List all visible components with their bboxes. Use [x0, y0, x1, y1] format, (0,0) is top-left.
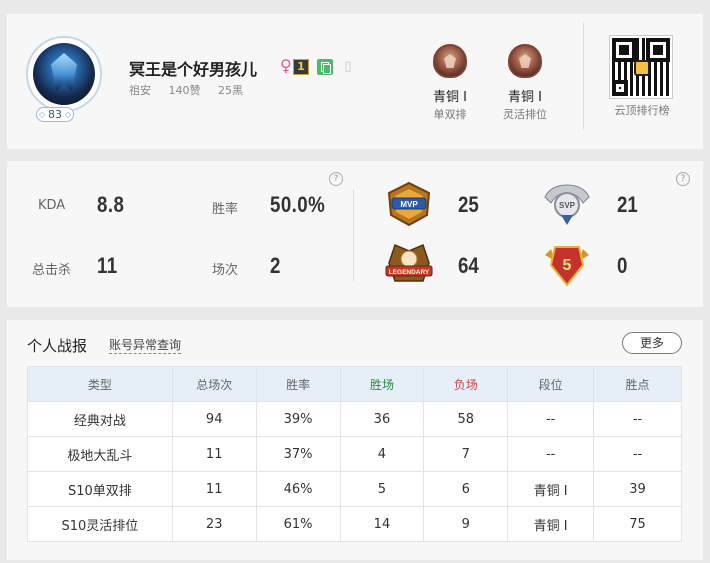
table-cell: 11 [171, 471, 257, 507]
region-label: 祖安 [129, 84, 151, 97]
svp-count: 21 [617, 192, 638, 217]
table-header-row: 类型 总场次 胜率 胜场 负场 段位 胜点 [27, 366, 682, 402]
table-cell: 75 [593, 506, 682, 542]
divider [353, 189, 354, 281]
col-header: 胜率 [255, 366, 341, 402]
table-cell: 37% [255, 436, 341, 472]
kda-value: 8.8 [97, 192, 125, 217]
col-header-losses: 负场 [423, 366, 509, 402]
table-row: S10灵活排位 23 61% 14 9 青铜 Ⅰ 75 [27, 506, 682, 542]
col-header: 胜点 [593, 366, 682, 402]
copy-icon[interactable] [317, 59, 333, 75]
rank-tier: 青铜 Ⅰ [433, 90, 467, 105]
col-header-wins: 胜场 [339, 366, 425, 402]
stats-card: ? ? KDA 8.8 总击杀 11 胜率 50.0% 场次 2 MVP 25 … [7, 161, 703, 307]
pentakill-medal-icon: 5 [545, 246, 589, 287]
svp-medal-icon: SVP [544, 184, 590, 225]
col-header: 类型 [27, 366, 173, 402]
table-cell: -- [507, 436, 595, 472]
table-cell: 5 [339, 471, 425, 507]
qr-caption: 云顶排行榜 [614, 104, 670, 117]
pentakill-count: 0 [617, 253, 628, 278]
more-button[interactable]: 更多 [622, 332, 682, 354]
bronze-emblem-icon [433, 44, 467, 78]
table-cell: 58 [423, 401, 509, 437]
winrate-label: 胜率 [212, 202, 239, 217]
table-cell: 青铜 Ⅰ [507, 471, 595, 507]
legendary-count: 64 [458, 253, 479, 278]
table-cell: 61% [255, 506, 341, 542]
table-cell: 7 [423, 436, 509, 472]
kills-label: 总击杀 [32, 263, 72, 278]
rank-queue: 单双排 [433, 108, 467, 121]
device-icon: ▯ [344, 59, 352, 74]
table-cell: 14 [339, 506, 425, 542]
table-cell: -- [593, 401, 682, 437]
qr-logo-icon [634, 60, 650, 76]
table-cell: 4 [339, 436, 425, 472]
qr-code[interactable] [609, 35, 673, 99]
help-icon[interactable]: ? [676, 172, 690, 186]
games-label: 场次 [212, 263, 239, 278]
kda-label: KDA [38, 198, 66, 213]
level-badge: 83 [36, 107, 74, 122]
table-cell: 11 [171, 436, 257, 472]
legendary-medal-icon: LEGENDARY [385, 243, 433, 282]
table-cell: 9 [423, 506, 509, 542]
medal-text: LEGENDARY [389, 269, 430, 276]
avatar[interactable] [26, 36, 102, 112]
table-cell: 94 [171, 401, 257, 437]
top-rank-icon: 1 [293, 59, 309, 75]
divider [583, 22, 584, 130]
account-check-link[interactable]: 账号异常查询 [109, 338, 182, 354]
winrate-value: 50.0% [270, 192, 326, 217]
summoner-name: 冥王是个好男孩儿 [129, 60, 258, 79]
report-table: 类型 总场次 胜率 胜场 负场 段位 胜点 经典对战 94 39% 36 58 … [27, 366, 682, 542]
qr-marker [612, 80, 628, 96]
col-header: 段位 [507, 366, 595, 402]
table-cell: -- [507, 401, 595, 437]
rank-tier: 青铜 Ⅰ [508, 90, 542, 105]
rank-queue: 灵活排位 [503, 108, 547, 121]
likes-count: 140赞 [168, 84, 201, 97]
table-cell: 极地大乱斗 [27, 436, 173, 472]
mvp-count: 25 [458, 192, 479, 217]
table-cell: 青铜 Ⅰ [507, 506, 595, 542]
rank-solo: 青铜 Ⅰ 单双排 [415, 44, 485, 122]
table-cell: 36 [339, 401, 425, 437]
medal-text: 5 [563, 257, 572, 274]
table-cell: S10单双排 [27, 471, 173, 507]
table-cell: 经典对战 [27, 401, 173, 437]
bronze-emblem-icon [508, 44, 542, 78]
table-cell: 46% [255, 471, 341, 507]
profile-sub-info: 祖安 140赞 25黑 [129, 82, 257, 98]
table-row: 经典对战 94 39% 36 58 -- -- [27, 401, 682, 437]
table-cell: S10灵活排位 [27, 506, 173, 542]
table-row: S10单双排 11 46% 5 6 青铜 Ⅰ 39 [27, 471, 682, 507]
mvp-medal-icon: MVP [387, 181, 431, 227]
kills-value: 11 [97, 253, 118, 278]
table-cell: 39% [255, 401, 341, 437]
table-cell: 39 [593, 471, 682, 507]
report-card: 个人战报 账号异常查询 更多 类型 总场次 胜率 胜场 负场 段位 胜点 经典对… [7, 320, 703, 560]
blacks-count: 25黑 [218, 84, 243, 97]
medal-text: MVP [400, 200, 418, 209]
medal-text: SVP [559, 201, 576, 210]
rank-flex: 青铜 Ⅰ 灵活排位 [490, 44, 560, 122]
table-row: 极地大乱斗 11 37% 4 7 -- -- [27, 436, 682, 472]
table-cell: 23 [171, 506, 257, 542]
col-header: 总场次 [171, 366, 257, 402]
report-title: 个人战报 [27, 337, 88, 355]
table-cell: -- [593, 436, 682, 472]
help-icon[interactable]: ? [329, 172, 343, 186]
avatar-image [33, 43, 95, 105]
profile-card: 83 冥王是个好男孩儿 ♀ 1 ▯ 祖安 140赞 25黑 青铜 Ⅰ 单双排 青… [7, 14, 703, 149]
games-value: 2 [270, 253, 281, 278]
female-icon: ♀ [280, 56, 292, 75]
table-cell: 6 [423, 471, 509, 507]
